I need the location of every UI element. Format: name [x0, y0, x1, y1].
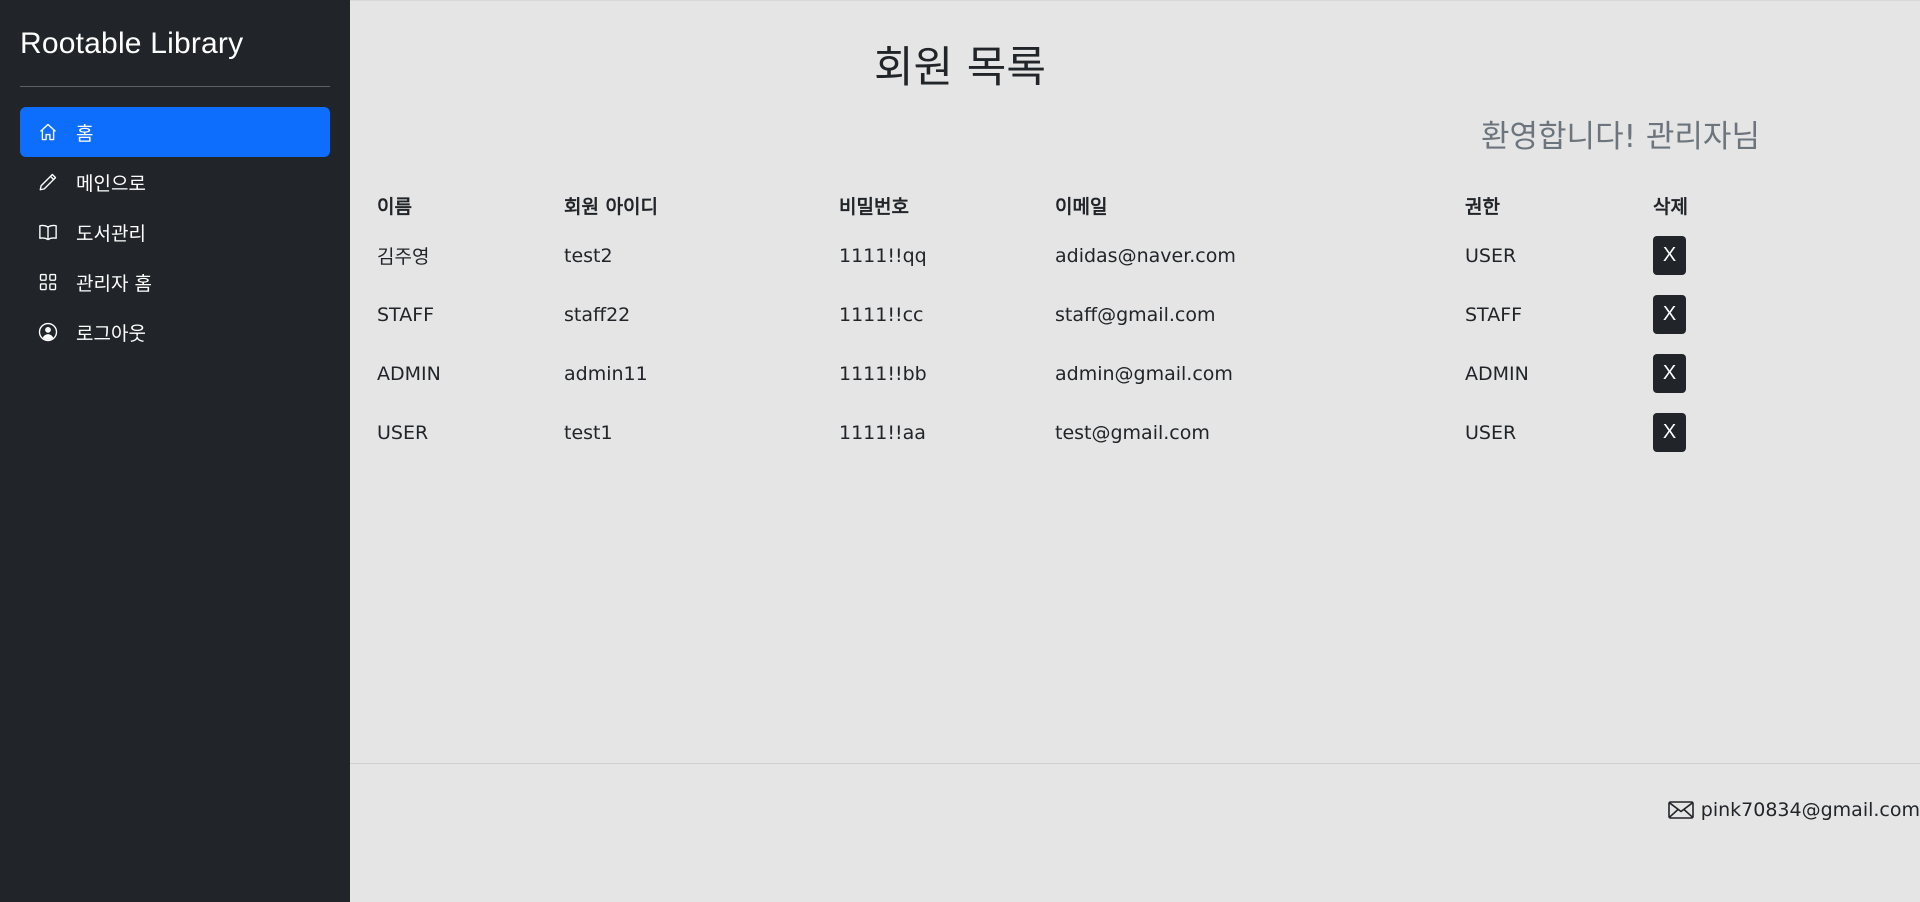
table-row: ADMIN admin11 1111!!bb admin@gmail.com A…	[377, 344, 1773, 403]
app: Rootable Library 홈 메인으로 도서관리 관리자 홈 로그아웃 …	[0, 0, 1920, 902]
cell-password: 1111!!cc	[839, 303, 924, 326]
sidebar: Rootable Library 홈 메인으로 도서관리 관리자 홈 로그아웃	[0, 0, 350, 902]
sidebar-item-logout[interactable]: 로그아웃	[20, 307, 330, 357]
main-content: 회원 목록 환영합니다! 관리자님 이름 회원 아이디 비밀번호 이메일 권한 …	[350, 0, 1920, 902]
envelope-icon	[1667, 800, 1694, 820]
cell-name: STAFF	[377, 303, 435, 326]
sidebar-item-label: 관리자 홈	[76, 272, 152, 295]
book-icon	[38, 222, 58, 242]
table-row: 김주영 test2 1111!!qq adidas@naver.com USER…	[377, 226, 1773, 285]
cell-name: ADMIN	[377, 362, 441, 385]
cell-delete: X	[1653, 285, 1773, 344]
brand-link[interactable]: Rootable Library	[20, 0, 330, 60]
cell-name: USER	[377, 421, 429, 444]
cell-email: admin@gmail.com	[1055, 362, 1233, 385]
sidebar-item-label: 도서관리	[76, 222, 146, 245]
cell-member-id: test1	[564, 421, 613, 444]
cell-password: 1111!!bb	[839, 362, 927, 385]
cell-name: 김주영	[377, 246, 430, 268]
user-circle-icon	[38, 322, 58, 342]
header-name: 이름	[377, 195, 412, 218]
table-row: USER test1 1111!!aa test@gmail.com USER …	[377, 403, 1773, 462]
sidebar-item-home[interactable]: 홈	[20, 107, 330, 157]
footer-contact: pink70834@gmail.com	[1667, 799, 1920, 821]
cell-password: 1111!!qq	[839, 244, 927, 267]
sidebar-item-label: 메인으로	[76, 172, 146, 195]
sidebar-item-label: 로그아웃	[76, 322, 146, 345]
header-member-id: 회원 아이디	[564, 195, 659, 218]
header-delete: 삭제	[1653, 195, 1688, 218]
sidebar-nav: 홈 메인으로 도서관리 관리자 홈 로그아웃	[20, 107, 330, 357]
cell-role: USER	[1465, 244, 1517, 267]
delete-button[interactable]: X	[1653, 295, 1686, 334]
cell-delete: X	[1653, 344, 1773, 403]
table-body: 김주영 test2 1111!!qq adidas@naver.com USER…	[377, 226, 1773, 462]
page-title: 회원 목록	[874, 43, 1046, 93]
cell-member-id: admin11	[564, 362, 648, 385]
home-icon	[38, 122, 58, 142]
cell-email: test@gmail.com	[1055, 421, 1210, 444]
pencil-icon	[38, 172, 58, 192]
cell-member-id: test2	[564, 244, 613, 267]
table-header: 이름 회원 아이디 비밀번호 이메일 권한 삭제	[377, 184, 1773, 226]
delete-button[interactable]: X	[1653, 236, 1686, 275]
cell-member-id: staff22	[564, 303, 631, 326]
cell-role: ADMIN	[1465, 362, 1529, 385]
header-role: 권한	[1465, 195, 1500, 218]
cell-role: USER	[1465, 421, 1517, 444]
cell-password: 1111!!aa	[839, 421, 926, 444]
footer-email[interactable]: pink70834@gmail.com	[1701, 799, 1920, 821]
cell-email: adidas@naver.com	[1055, 244, 1236, 267]
header-email: 이메일	[1055, 195, 1108, 218]
table-row: STAFF staff22 1111!!cc staff@gmail.com S…	[377, 285, 1773, 344]
delete-button[interactable]: X	[1653, 413, 1686, 452]
header-password: 비밀번호	[839, 195, 909, 218]
grid-icon	[38, 272, 58, 292]
welcome-message: 환영합니다! 관리자님	[1481, 119, 1760, 155]
table-header-row: 이름 회원 아이디 비밀번호 이메일 권한 삭제	[377, 184, 1773, 226]
delete-button[interactable]: X	[1653, 354, 1686, 393]
sidebar-item-admin-home[interactable]: 관리자 홈	[20, 257, 330, 307]
sidebar-item-main[interactable]: 메인으로	[20, 157, 330, 207]
footer: pink70834@gmail.com	[350, 763, 1920, 902]
cell-delete: X	[1653, 403, 1773, 462]
cell-delete: X	[1653, 226, 1773, 285]
sidebar-divider	[20, 86, 330, 87]
sidebar-item-label: 홈	[76, 122, 94, 145]
sidebar-item-books[interactable]: 도서관리	[20, 207, 330, 257]
cell-email: staff@gmail.com	[1055, 303, 1216, 326]
cell-role: STAFF	[1465, 303, 1523, 326]
members-table: 이름 회원 아이디 비밀번호 이메일 권한 삭제 김주영 test2 1111!…	[377, 184, 1773, 462]
